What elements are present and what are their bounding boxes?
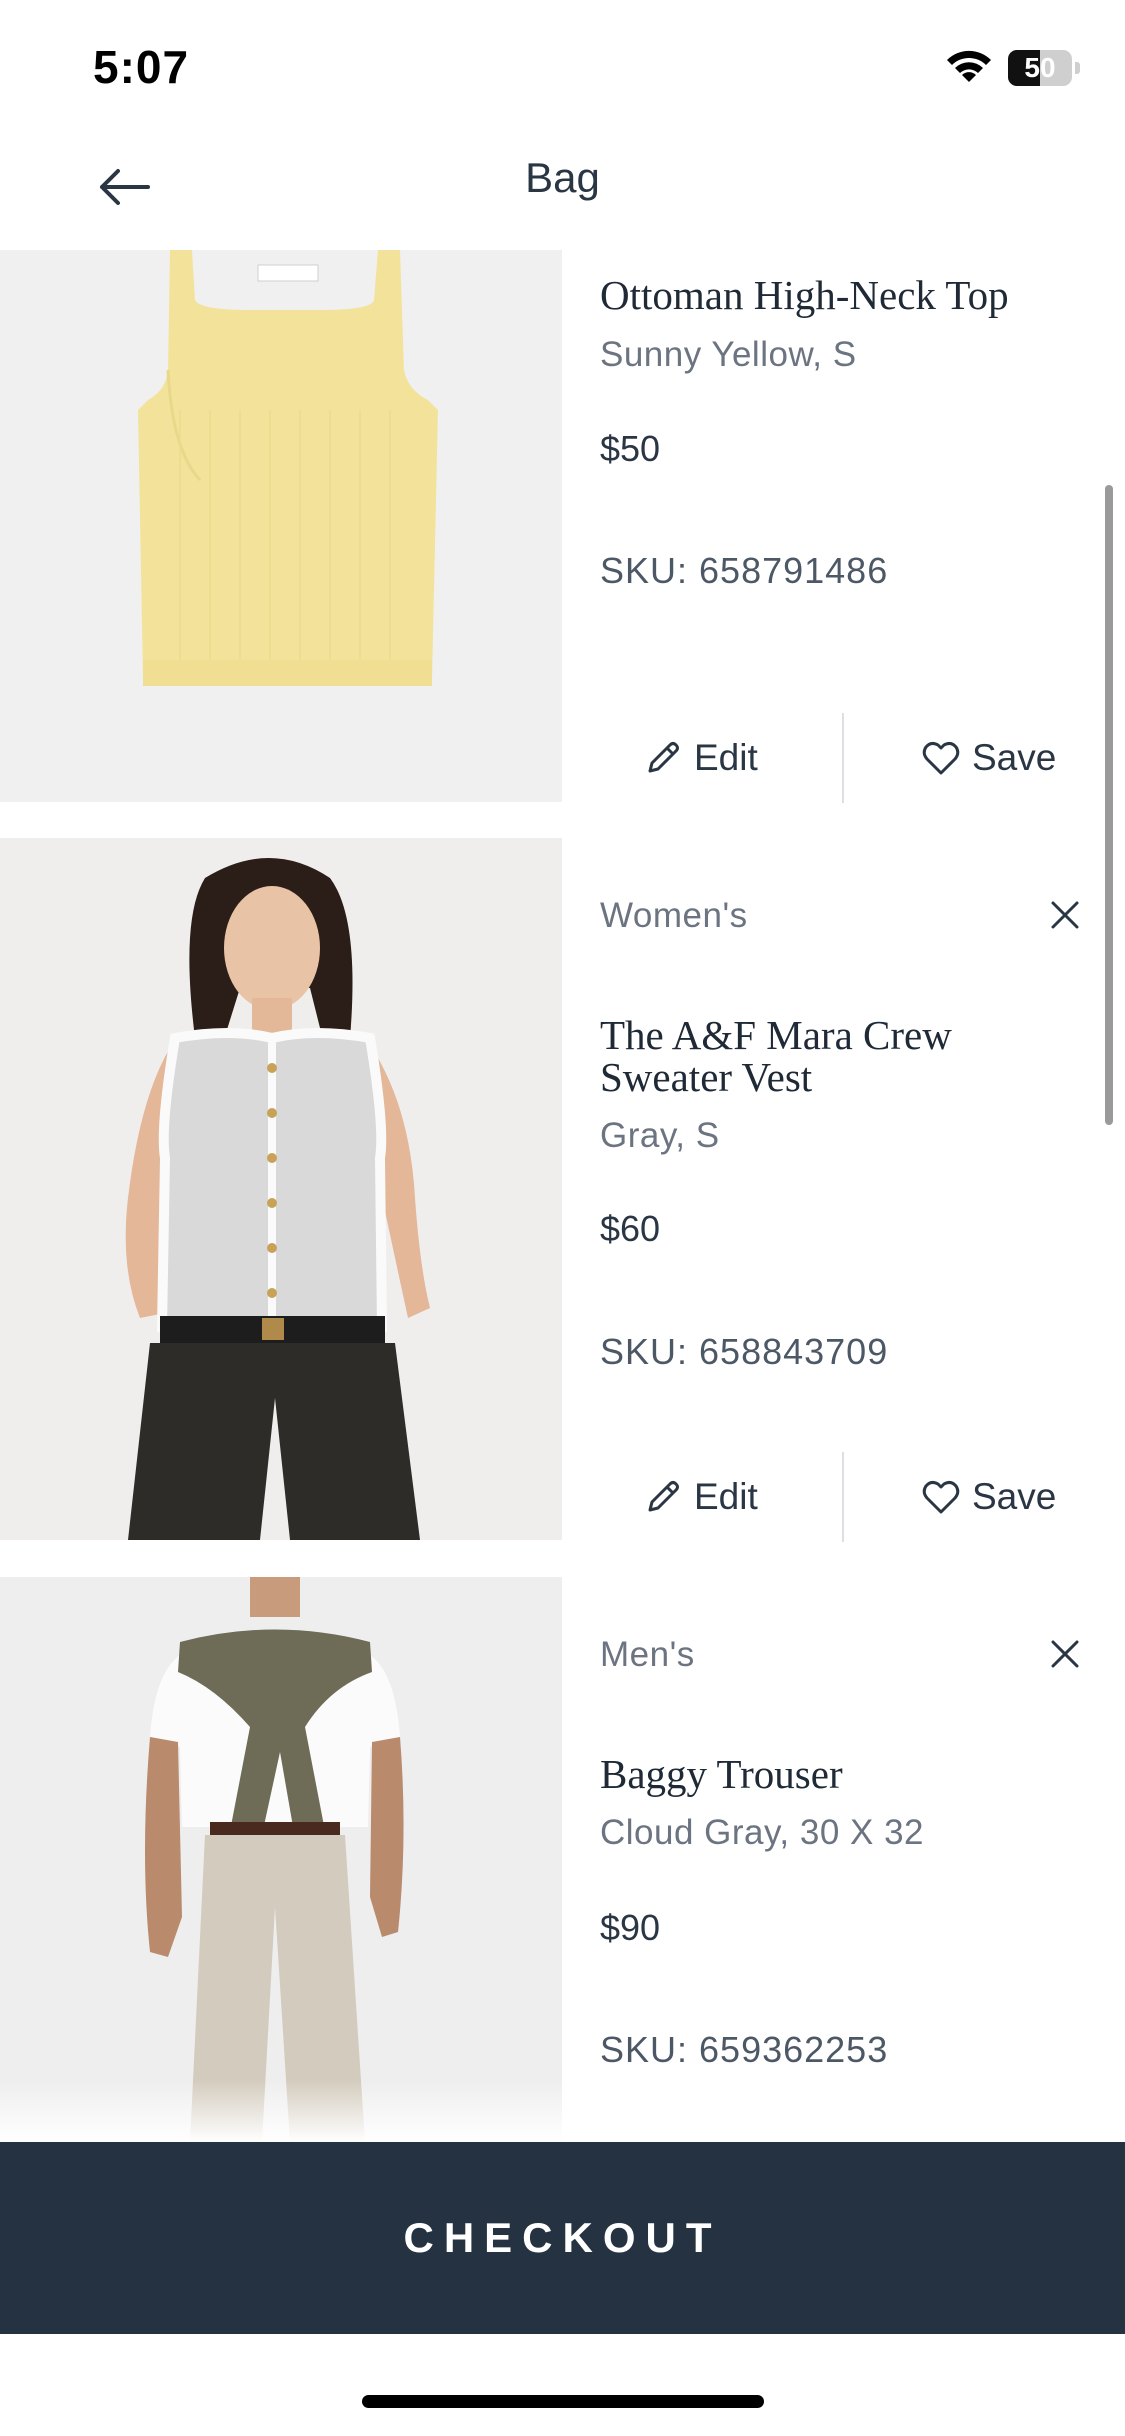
wifi-icon [947, 50, 991, 82]
product-image[interactable] [0, 1577, 562, 2142]
action-divider [842, 1452, 844, 1542]
heart-icon [922, 1480, 960, 1514]
item-price: $90 [600, 1907, 661, 1948]
item-category: Women's [600, 896, 748, 935]
battery-icon: 50 [1008, 50, 1080, 86]
status-bar: 5:07 50 [0, 0, 1125, 130]
item-name[interactable]: Ottoman High-Neck Top [600, 274, 1080, 316]
item-category: Men's [600, 1635, 695, 1674]
item-name[interactable]: Baggy Trouser [600, 1753, 1080, 1795]
action-divider [842, 713, 844, 803]
item-actions: Edit Save [600, 713, 1125, 803]
pencil-icon [648, 742, 679, 773]
bag-item: Ottoman High-Neck Top Sunny Yellow, S $5… [0, 250, 1125, 803]
bag-item: Women's The A&F Mara Crew Sweater Vest G… [0, 838, 1125, 1542]
page-title: Bag [525, 154, 600, 201]
item-variant: Gray, S [600, 1116, 720, 1155]
save-button[interactable]: Save [922, 713, 1056, 803]
close-icon [1051, 1640, 1079, 1668]
item-sku: SKU: 659362253 [600, 2029, 889, 2070]
save-label: Save [972, 737, 1057, 778]
close-icon [1051, 901, 1079, 929]
item-sku: SKU: 658791486 [600, 550, 889, 591]
item-actions: Edit Save [600, 1452, 1125, 1542]
heart-icon [922, 741, 960, 775]
pencil-icon [648, 1481, 679, 1512]
home-indicator [362, 2395, 764, 2408]
bottom-fade [0, 2080, 1125, 2142]
item-sku: SKU: 658843709 [600, 1331, 889, 1372]
item-price: $50 [600, 428, 661, 469]
edit-button[interactable]: Edit [644, 1452, 758, 1542]
remove-item-button[interactable] [1040, 1629, 1090, 1679]
remove-item-button[interactable] [1040, 890, 1090, 940]
status-time: 5:07 [93, 41, 190, 93]
edit-label: Edit [694, 737, 758, 778]
save-button[interactable]: Save [922, 1452, 1056, 1542]
edit-button[interactable]: Edit [644, 713, 758, 803]
bag-item: Men's Baggy Trouser Cloud Gray, 30 X 32 … [0, 1577, 1125, 2142]
item-variant: Cloud Gray, 30 X 32 [600, 1813, 925, 1852]
save-label: Save [972, 1476, 1057, 1517]
item-variant: Sunny Yellow, S [600, 335, 857, 374]
header: Bag [0, 130, 1125, 250]
scrollbar[interactable] [1105, 485, 1113, 1125]
edit-label: Edit [694, 1476, 758, 1517]
item-name[interactable]: The A&F Mara Crew Sweater Vest [600, 1014, 1080, 1098]
checkout-button[interactable]: CHECKOUT [0, 2142, 1125, 2334]
item-price: $60 [600, 1208, 661, 1249]
product-image[interactable] [0, 838, 562, 1540]
product-image[interactable] [0, 250, 562, 802]
battery-level-text: 50 [1024, 52, 1056, 83]
